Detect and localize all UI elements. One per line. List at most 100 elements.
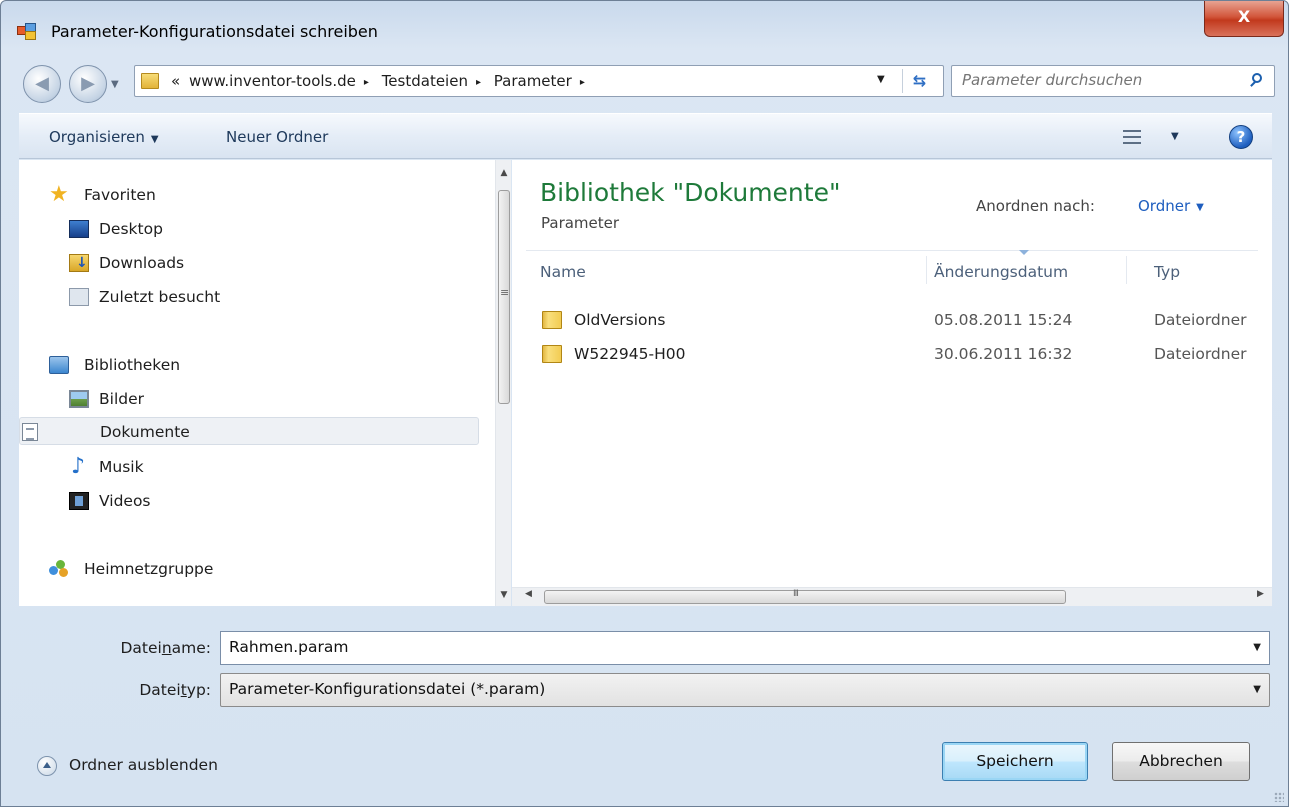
downloads-icon bbox=[69, 249, 89, 277]
save-file-dialog: Parameter-Konfigurationsdatei schreiben … bbox=[0, 0, 1289, 807]
filetype-select[interactable]: Parameter-Konfigurationsdatei (*.param) … bbox=[220, 673, 1270, 707]
libraries-icon bbox=[49, 356, 69, 374]
save-button[interactable]: Speichern bbox=[942, 742, 1088, 781]
folder-icon bbox=[542, 345, 562, 363]
new-folder-button[interactable]: Neuer Ordner bbox=[226, 128, 328, 146]
file-date: 30.06.2011 16:32 bbox=[934, 345, 1073, 363]
file-date: 05.08.2011 15:24 bbox=[934, 311, 1073, 329]
filetype-value: Parameter-Konfigurationsdatei (*.param) bbox=[229, 680, 546, 698]
breadcrumb-overflow[interactable]: « bbox=[171, 72, 180, 90]
resize-grip[interactable] bbox=[1274, 792, 1284, 802]
file-row[interactable]: W522945-H00 30.06.2011 16:32 Dateiordner bbox=[540, 339, 1260, 369]
toolbar: Organisieren ▼ Neuer Ordner ▼ ? bbox=[19, 113, 1272, 159]
file-name: OldVersions bbox=[574, 311, 666, 329]
refresh-button[interactable]: ⇆ bbox=[902, 69, 936, 93]
library-subtitle: Parameter bbox=[541, 214, 620, 232]
nav-label: Musik bbox=[99, 458, 144, 476]
breadcrumb: « www.inventor-tools.de ▸ Testdateien ▸ Pa… bbox=[171, 72, 593, 90]
breadcrumb-item[interactable]: www.inventor-tools.de bbox=[189, 72, 356, 90]
sort-indicator-icon bbox=[1019, 250, 1029, 255]
chevron-down-icon: ▼ bbox=[1196, 202, 1204, 213]
desktop-icon bbox=[69, 220, 89, 238]
scroll-left-icon[interactable]: ◀ bbox=[525, 589, 532, 599]
documents-icon bbox=[22, 423, 38, 441]
arrow-left-icon: ◀ bbox=[35, 73, 49, 94]
address-bar[interactable]: « www.inventor-tools.de ▸ Testdateien ▸ Pa… bbox=[134, 65, 944, 97]
breadcrumb-separator-icon[interactable]: ▸ bbox=[476, 77, 481, 88]
filetype-label: Dateityp: bbox=[139, 681, 211, 699]
nav-scrollbar[interactable]: ▲ ▼ bbox=[495, 160, 511, 606]
videos-icon bbox=[69, 492, 89, 510]
cancel-button[interactable]: Abbrechen bbox=[1112, 742, 1250, 781]
hide-folders-label: Ordner ausblenden bbox=[69, 756, 218, 774]
nav-label: Zuletzt besucht bbox=[99, 288, 221, 306]
collapse-up-icon bbox=[37, 756, 57, 776]
column-divider[interactable] bbox=[926, 256, 927, 284]
arrange-by-dropdown[interactable]: Ordner ▼ bbox=[1138, 197, 1204, 215]
chevron-down-icon[interactable]: ▼ bbox=[1253, 684, 1261, 695]
scroll-thumb[interactable] bbox=[544, 589, 1066, 604]
chevron-down-icon[interactable]: ▼ bbox=[1253, 642, 1261, 653]
nav-label: Favoriten bbox=[84, 186, 156, 204]
scroll-thumb[interactable] bbox=[498, 190, 510, 404]
search-box[interactable] bbox=[951, 65, 1275, 97]
recent-places-icon bbox=[69, 288, 89, 306]
file-list-pane: Bibliothek "Dokumente" Parameter Anordne… bbox=[512, 160, 1272, 606]
filename-combobox[interactable]: ▼ bbox=[220, 631, 1270, 665]
nav-label: Bilder bbox=[99, 390, 144, 408]
nav-label: Heimnetzgruppe bbox=[84, 560, 214, 578]
folder-icon bbox=[542, 311, 562, 329]
arrow-right-icon: ▶ bbox=[81, 73, 95, 94]
back-button[interactable]: ◀ bbox=[23, 65, 61, 103]
horizontal-scrollbar[interactable]: ◀ ▶ bbox=[512, 587, 1272, 606]
nav-item-documents[interactable]: Dokumente bbox=[19, 417, 479, 445]
pictures-icon bbox=[69, 390, 89, 408]
scroll-right-icon[interactable]: ▶ bbox=[1257, 589, 1264, 599]
breadcrumb-separator-icon[interactable]: ▸ bbox=[580, 77, 585, 88]
refresh-icon: ⇆ bbox=[912, 71, 927, 90]
search-icon[interactable] bbox=[1249, 72, 1265, 90]
title-bar: Parameter-Konfigurationsdatei schreiben … bbox=[1, 1, 1288, 61]
app-icon bbox=[17, 23, 37, 41]
chevron-down-icon[interactable]: ▼ bbox=[1171, 131, 1179, 142]
arrange-by-label: Anordnen nach: bbox=[976, 197, 1095, 215]
homegroup-icon bbox=[49, 560, 69, 578]
window-title: Parameter-Konfigurationsdatei schreiben bbox=[51, 22, 378, 41]
library-title: Bibliothek "Dokumente" bbox=[540, 178, 841, 207]
nav-label: Downloads bbox=[99, 254, 185, 272]
column-header-date[interactable]: Änderungsdatum bbox=[934, 263, 1068, 281]
divider bbox=[526, 250, 1258, 251]
music-icon: ♪ bbox=[71, 454, 86, 479]
column-header-name[interactable]: Name bbox=[540, 263, 586, 281]
nav-label: Bibliotheken bbox=[84, 356, 181, 374]
file-type: Dateiordner bbox=[1154, 311, 1247, 329]
breadcrumb-item[interactable]: Parameter bbox=[494, 72, 572, 90]
recent-locations-dropdown[interactable]: ▼ bbox=[111, 79, 119, 90]
folder-icon bbox=[141, 73, 159, 89]
arrange-by-value: Ordner bbox=[1138, 197, 1191, 215]
file-type: Dateiordner bbox=[1154, 345, 1247, 363]
organize-menu-button[interactable]: Organisieren ▼ bbox=[49, 128, 159, 146]
scroll-up-icon[interactable]: ▲ bbox=[496, 168, 512, 178]
close-button[interactable]: X bbox=[1204, 1, 1284, 37]
breadcrumb-item[interactable]: Testdateien bbox=[382, 72, 468, 90]
file-name: W522945-H00 bbox=[574, 345, 686, 363]
column-divider[interactable] bbox=[1126, 256, 1127, 284]
view-options-icon[interactable] bbox=[1123, 130, 1141, 144]
nav-label: Videos bbox=[99, 492, 151, 510]
filename-input[interactable] bbox=[229, 638, 1229, 656]
star-icon: ★ bbox=[49, 182, 69, 207]
breadcrumb-separator-icon[interactable]: ▸ bbox=[364, 77, 369, 88]
forward-button[interactable]: ▶ bbox=[69, 65, 107, 103]
chevron-down-icon[interactable]: ▼ bbox=[877, 74, 885, 85]
nav-label: Desktop bbox=[99, 220, 163, 238]
chevron-down-icon: ▼ bbox=[150, 134, 159, 145]
column-header-type[interactable]: Typ bbox=[1154, 263, 1180, 281]
navigation-pane: ★ Favoriten Desktop Downloads Zuletzt be… bbox=[19, 160, 511, 606]
search-input[interactable] bbox=[962, 71, 1232, 89]
help-icon[interactable]: ? bbox=[1229, 125, 1253, 149]
organize-label: Organisieren bbox=[49, 128, 145, 146]
scroll-down-icon[interactable]: ▼ bbox=[496, 590, 512, 600]
filename-label: Dateiname: bbox=[120, 639, 211, 657]
file-row[interactable]: OldVersions 05.08.2011 15:24 Dateiordner bbox=[540, 305, 1260, 335]
